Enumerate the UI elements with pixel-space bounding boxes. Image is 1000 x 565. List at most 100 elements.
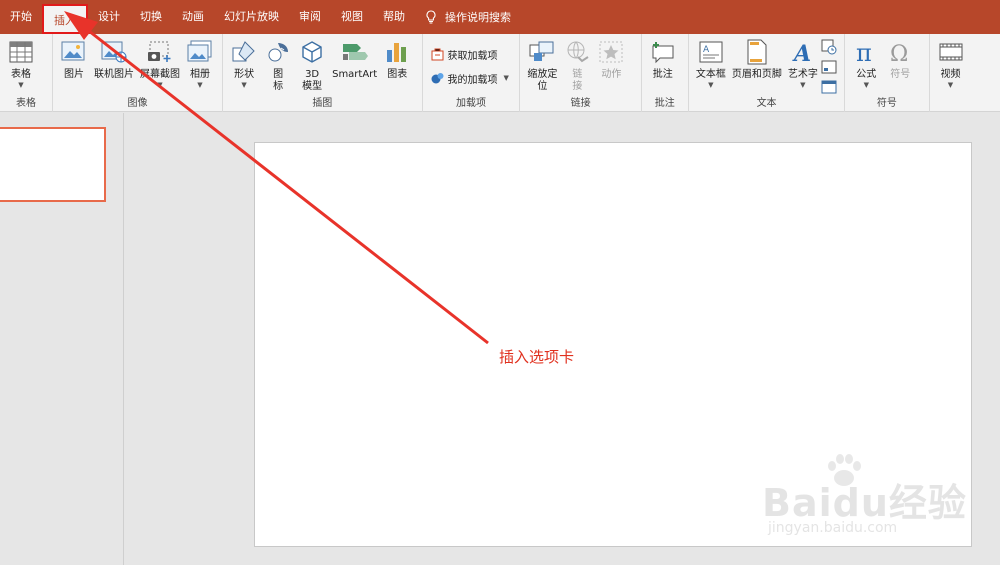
group-label-symbols: 符号: [876, 98, 897, 109]
video-button[interactable]: 视频 ▼: [934, 36, 968, 112]
table-label: 表格: [11, 69, 31, 80]
photo-album-icon: [187, 40, 212, 62]
screenshot-icon: [147, 41, 171, 62]
smartart-label: SmartArt: [332, 69, 378, 80]
3d-models-label-line2: 模型: [302, 81, 323, 92]
annotation-label: 插入选项卡: [499, 348, 575, 366]
svg-text:Ω: Ω: [890, 42, 908, 64]
my-addins-label: 我的加载项: [447, 74, 498, 86]
photo-album-label: 相册: [189, 69, 210, 80]
group-text: A 文本框 ▼ 页眉和页脚 A 艺术字 ▼ 文本: [689, 34, 846, 112]
smartart-icon: [342, 44, 368, 60]
group-links: 缩放定 位 链 接 动作 链接: [520, 34, 642, 112]
textbox-icon: A: [699, 41, 723, 63]
zoom-label-line2: 位: [537, 81, 548, 92]
group-tables: 表格 ▼ 表格: [0, 34, 53, 112]
link-label-line1: 链: [572, 69, 583, 80]
tab-transitions[interactable]: 切换: [130, 0, 172, 34]
group-media: 视频 ▼: [930, 34, 1000, 112]
group-comments: 批注 批注: [642, 34, 689, 112]
tab-slide-show[interactable]: 幻灯片放映: [214, 0, 289, 34]
chevron-down-icon: ▼: [708, 81, 714, 89]
star-action-icon: [599, 41, 623, 63]
group-addins: 获取加载项 我的加载项 ▼ 加载项: [423, 34, 521, 112]
video-icon: [939, 43, 962, 61]
ribbon-tab-bar: 开始 插入 设计 切换 动画 幻灯片放映 审阅 视图 帮助 操作说明搜索: [0, 0, 1000, 34]
chevron-down-icon: ▼: [197, 81, 203, 89]
group-illustrations: 形状 ▼ 图 标 3D 模型 SmartArt 图表 插图: [223, 34, 423, 112]
table-icon: [9, 41, 33, 63]
header-footer-icon: [747, 39, 767, 65]
ribbon-insert: 表格 ▼ 表格 图片 联机图片 屏幕截图 ▼ 相册 ▼ 图像 形状 ▼ 图 标 …: [0, 34, 1000, 112]
group-images: 图片 联机图片 屏幕截图 ▼ 相册 ▼ 图像: [53, 34, 224, 112]
online-pictures-label: 联机图片: [93, 69, 134, 80]
watermark-url: jingyan.baidu.com: [768, 520, 898, 536]
zoom-icon: [529, 41, 554, 61]
group-label-links: 链接: [570, 98, 591, 109]
get-addins-label: 获取加载项: [447, 50, 498, 62]
tab-insert[interactable]: 插入: [42, 4, 88, 34]
shapes-icon: [232, 41, 255, 62]
tell-me-search[interactable]: 操作说明搜索: [415, 9, 521, 25]
chart-icon: [387, 43, 407, 62]
lightbulb-icon: [426, 10, 436, 24]
group-label-illustrations: 插图: [312, 98, 333, 109]
slide-thumbnail-panel[interactable]: [0, 113, 124, 565]
wordart-icon: A: [792, 41, 811, 64]
group-label-text: 文本: [756, 98, 777, 109]
my-addins-button[interactable]: 我的加载项 ▼: [427, 66, 513, 90]
video-label: 视频: [940, 69, 961, 80]
shapes-label: 形状: [234, 69, 255, 80]
chart-label: 图表: [387, 69, 408, 80]
pi-icon: π: [856, 40, 872, 64]
equation-label: 公式: [856, 69, 877, 80]
header-footer-label: 页眉和页脚: [731, 69, 782, 80]
textbox-label: 文本框: [695, 69, 726, 80]
chevron-down-icon: ▼: [800, 81, 806, 89]
3d-models-label-line1: 3D: [305, 69, 320, 80]
store-icon: [431, 48, 444, 60]
action-label: 动作: [601, 69, 622, 80]
tab-review[interactable]: 审阅: [289, 0, 331, 34]
link-icon: [567, 41, 589, 63]
slide-number-icon[interactable]: [821, 59, 837, 75]
icons-label-line2: 标: [273, 81, 284, 92]
icons-label-line1: 图: [273, 69, 284, 80]
chevron-down-icon: ▼: [157, 81, 163, 89]
slide-thumbnail-1[interactable]: [0, 127, 106, 202]
chevron-down-icon: ▼: [18, 81, 24, 89]
screenshot-label: 屏幕截图: [139, 69, 180, 80]
zoom-label-line1: 缩放定: [527, 69, 558, 80]
chevron-down-icon: ▼: [863, 81, 869, 89]
wordart-label: 艺术字: [787, 69, 818, 80]
chevron-down-icon: ▼: [503, 73, 509, 82]
date-time-icon[interactable]: [821, 39, 837, 55]
svg-text:A: A: [703, 45, 710, 55]
picture-icon: [61, 41, 85, 61]
get-addins-button[interactable]: 获取加载项: [427, 42, 513, 66]
tab-design[interactable]: 设计: [88, 0, 130, 34]
icons-icon: [268, 43, 289, 62]
group-label-tables: 表格: [15, 98, 36, 109]
cube-icon: [302, 41, 322, 63]
tab-help[interactable]: 帮助: [373, 0, 415, 34]
tab-home[interactable]: 开始: [0, 0, 42, 34]
comment-icon: [652, 42, 674, 64]
tab-view[interactable]: 视图: [331, 0, 373, 34]
comment-label: 批注: [652, 69, 673, 80]
tab-animations[interactable]: 动画: [172, 0, 214, 34]
svg-text:π: π: [856, 40, 872, 64]
chevron-down-icon: ▼: [947, 81, 954, 89]
svg-text:A: A: [792, 41, 811, 64]
group-label-images: 图像: [127, 98, 148, 109]
omega-icon: Ω: [890, 42, 908, 64]
group-symbols: π 公式 ▼ Ω 符号 符号: [845, 34, 930, 112]
online-picture-icon: [101, 41, 127, 63]
my-addins-icon: [431, 72, 444, 83]
object-icon[interactable]: [821, 79, 837, 95]
group-label-comments: 批注: [654, 98, 675, 109]
tell-me-label: 操作说明搜索: [445, 11, 511, 24]
pictures-label: 图片: [63, 69, 84, 80]
baidu-jingyan-watermark: Baidu经验 jingyan.baidu.com: [762, 454, 972, 544]
link-label-line2: 接: [572, 81, 583, 92]
